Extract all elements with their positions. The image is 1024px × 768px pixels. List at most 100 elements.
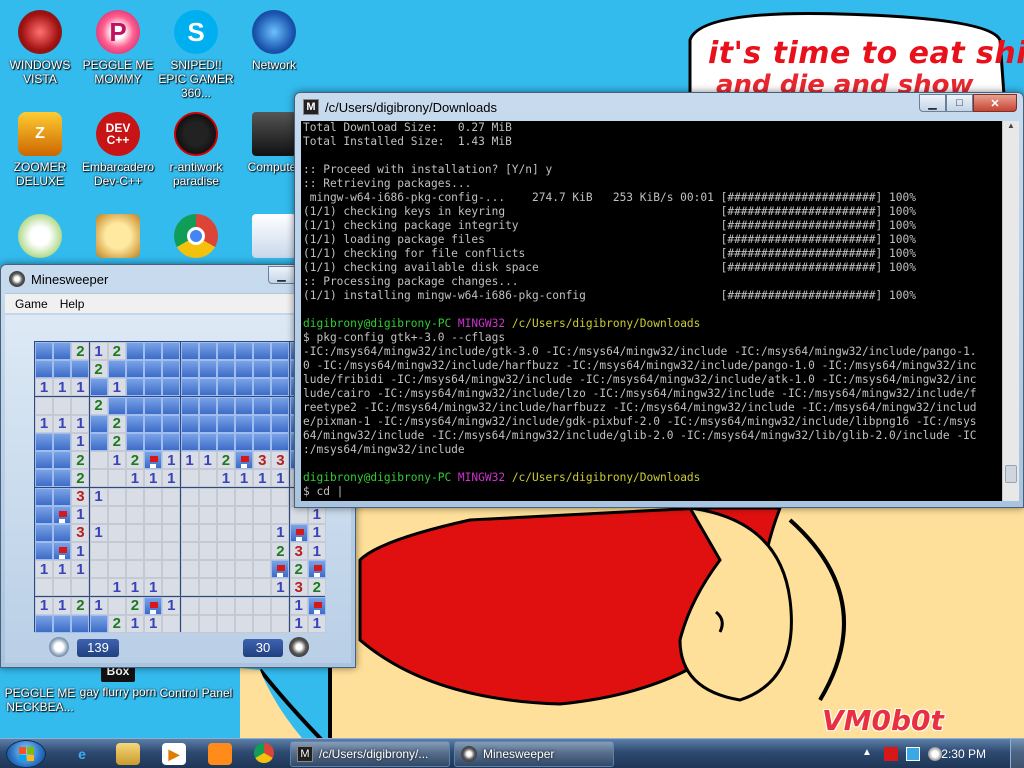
desktop-icon-zoomer[interactable]: Z ZOOMER DELUXE [0, 112, 80, 188]
mine-cell[interactable]: 1 [307, 523, 326, 542]
mine-cell[interactable] [125, 487, 144, 506]
mine-cell[interactable] [180, 360, 199, 379]
mine-cell[interactable]: 2 [107, 614, 126, 633]
mine-cell[interactable] [107, 396, 126, 415]
mine-cell[interactable] [107, 469, 126, 488]
desktop-icon-windows-vista[interactable]: WINDOWS VISTA [0, 10, 80, 86]
mine-cell[interactable]: 3 [71, 487, 90, 506]
mine-cell[interactable] [235, 487, 254, 506]
mine-cell[interactable]: 3 [289, 542, 308, 561]
desktop-icon-plants[interactable] [0, 214, 80, 262]
mine-cell[interactable] [198, 378, 217, 397]
mine-cell[interactable] [235, 432, 254, 451]
mine-cell[interactable] [89, 505, 108, 524]
mine-cell[interactable] [89, 378, 108, 397]
mine-cell[interactable] [144, 396, 163, 415]
mine-cell[interactable] [235, 578, 254, 597]
mine-cell[interactable]: 2 [89, 360, 108, 379]
mine-cell[interactable] [216, 596, 235, 615]
mine-cell[interactable]: 2 [125, 451, 144, 470]
mine-cell[interactable] [144, 487, 163, 506]
mine-cell[interactable] [162, 396, 181, 415]
mine-cell[interactable] [253, 360, 272, 379]
mine-cell[interactable]: 1 [71, 560, 90, 579]
mine-cell[interactable]: 1 [89, 523, 108, 542]
internet-explorer-icon[interactable]: e [70, 743, 94, 765]
mine-cell[interactable]: 1 [71, 432, 90, 451]
mine-cell[interactable] [53, 614, 72, 633]
mine-cell[interactable] [216, 542, 235, 561]
mine-cell[interactable]: 1 [162, 469, 181, 488]
mine-cell[interactable] [35, 578, 53, 597]
mine-cell[interactable] [125, 432, 144, 451]
mine-cell[interactable] [71, 614, 90, 633]
mine-cell[interactable] [253, 414, 272, 433]
mine-cell[interactable] [180, 542, 199, 561]
mine-cell[interactable] [198, 487, 217, 506]
mine-cell[interactable] [144, 414, 163, 433]
mine-cell[interactable]: 1 [53, 560, 72, 579]
desktop-icon-peggle[interactable]: P PEGGLE ME MOMMY [78, 10, 158, 86]
mine-cell[interactable]: 1 [307, 542, 326, 561]
close-button[interactable]: ✕ [973, 94, 1017, 112]
mine-cell[interactable] [35, 542, 53, 561]
mine-cell[interactable] [216, 560, 235, 579]
mine-cell[interactable] [162, 505, 181, 524]
mine-cell[interactable]: 1 [289, 614, 308, 633]
mine-cell[interactable] [71, 396, 90, 415]
mine-cell[interactable] [180, 596, 199, 615]
flag-icon[interactable] [235, 451, 254, 470]
mine-cell[interactable]: 1 [71, 378, 90, 397]
desktop-icon-antiwork[interactable]: r-antiwork paradise [156, 112, 236, 188]
mine-cell[interactable]: 1 [271, 523, 290, 542]
mine-cell[interactable] [271, 614, 290, 633]
mine-cell[interactable] [180, 614, 199, 633]
mine-cell[interactable]: 1 [35, 560, 53, 579]
mine-cell[interactable] [271, 596, 290, 615]
minimize-button[interactable]: ▁ [268, 266, 295, 284]
mine-cell[interactable]: 2 [125, 596, 144, 615]
mine-cell[interactable] [198, 505, 217, 524]
mine-cell[interactable] [35, 396, 53, 415]
mine-cell[interactable] [125, 505, 144, 524]
mine-cell[interactable] [125, 414, 144, 433]
mine-cell[interactable]: 1 [107, 378, 126, 397]
chrome-taskbar-icon[interactable] [254, 743, 274, 763]
mine-cell[interactable]: 2 [71, 342, 90, 360]
mine-cell[interactable] [198, 342, 217, 360]
mine-cell[interactable] [35, 469, 53, 488]
mine-cell[interactable] [198, 432, 217, 451]
mine-cell[interactable] [216, 396, 235, 415]
mine-cell[interactable]: 1 [71, 414, 90, 433]
mine-cell[interactable]: 1 [144, 578, 163, 597]
mine-cell[interactable] [235, 396, 254, 415]
mine-cell[interactable] [180, 432, 199, 451]
mine-cell[interactable]: 1 [53, 414, 72, 433]
mine-cell[interactable]: 1 [307, 505, 326, 524]
mine-cell[interactable]: 1 [89, 342, 108, 360]
mine-cell[interactable] [35, 360, 53, 379]
mine-cell[interactable]: 2 [71, 596, 90, 615]
mine-cell[interactable] [198, 396, 217, 415]
minefield[interactable]: 2122111121112122121112332111111111311131… [34, 341, 326, 633]
mine-cell[interactable]: 2 [107, 414, 126, 433]
mine-cell[interactable] [107, 487, 126, 506]
mine-cell[interactable] [35, 451, 53, 470]
mine-cell[interactable] [53, 342, 72, 360]
flag-icon[interactable] [53, 505, 72, 524]
mine-cell[interactable] [125, 378, 144, 397]
mine-cell[interactable] [198, 469, 217, 488]
desktop-icon-chrome[interactable] [156, 214, 236, 262]
mine-cell[interactable] [216, 342, 235, 360]
mine-cell[interactable]: 1 [216, 469, 235, 488]
mine-cell[interactable] [271, 505, 290, 524]
mine-cell[interactable] [162, 432, 181, 451]
mine-cell[interactable] [125, 560, 144, 579]
network-tray-icon[interactable] [906, 747, 920, 761]
mine-cell[interactable] [144, 560, 163, 579]
mine-cell[interactable] [180, 560, 199, 579]
mine-cell[interactable]: 3 [271, 451, 290, 470]
mine-cell[interactable] [35, 614, 53, 633]
mine-cell[interactable] [125, 523, 144, 542]
mine-cell[interactable] [71, 578, 90, 597]
